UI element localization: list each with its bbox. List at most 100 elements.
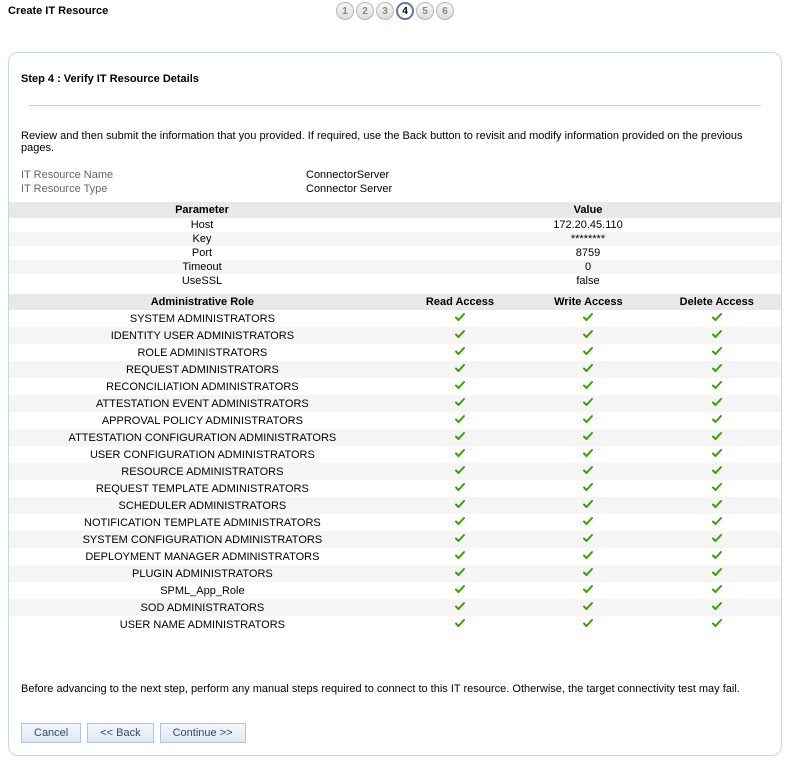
role-name: REQUEST TEMPLATE ADMINISTRATORS — [9, 480, 396, 497]
role-delete-access — [653, 361, 781, 378]
role-write-access — [524, 480, 652, 497]
role-write-access — [524, 446, 652, 463]
check-icon — [582, 516, 594, 530]
role-read-access — [396, 463, 524, 480]
role-write-access — [524, 327, 652, 344]
role-row: DEPLOYMENT MANAGER ADMINISTRATORS — [9, 548, 781, 565]
check-icon — [454, 431, 466, 445]
role-header-name: Administrative Role — [9, 294, 396, 310]
role-name: DEPLOYMENT MANAGER ADMINISTRATORS — [9, 548, 396, 565]
role-read-access — [396, 327, 524, 344]
role-write-access — [524, 548, 652, 565]
param-row: Timeout0 — [9, 260, 781, 274]
role-delete-access — [653, 531, 781, 548]
back-button[interactable]: << Back — [87, 723, 153, 743]
cancel-button[interactable]: Cancel — [21, 723, 81, 743]
instruction-text: Review and then submit the information t… — [9, 130, 781, 168]
roles-table: Administrative Role Read Access Write Ac… — [9, 294, 781, 633]
check-icon — [582, 601, 594, 615]
role-name: ATTESTATION CONFIGURATION ADMINISTRATORS — [9, 429, 396, 446]
role-read-access — [396, 531, 524, 548]
step-3[interactable]: 3 — [376, 2, 394, 20]
role-read-access — [396, 310, 524, 327]
role-header-read: Read Access — [396, 294, 524, 310]
role-delete-access — [653, 565, 781, 582]
param-row: Port8759 — [9, 246, 781, 260]
role-delete-access — [653, 412, 781, 429]
role-row: NOTIFICATION TEMPLATE ADMINISTRATORS — [9, 514, 781, 531]
step-6[interactable]: 6 — [436, 2, 454, 20]
param-row: Key******** — [9, 232, 781, 246]
role-read-access — [396, 378, 524, 395]
step-5[interactable]: 5 — [416, 2, 434, 20]
role-name: RECONCILIATION ADMINISTRATORS — [9, 378, 396, 395]
check-icon — [711, 397, 723, 411]
page-title: Create IT Resource — [8, 5, 108, 17]
step-1[interactable]: 1 — [336, 2, 354, 20]
check-icon — [582, 312, 594, 326]
check-icon — [582, 584, 594, 598]
role-name: USER NAME ADMINISTRATORS — [9, 616, 396, 633]
role-write-access — [524, 429, 652, 446]
check-icon — [454, 414, 466, 428]
role-read-access — [396, 565, 524, 582]
param-name: Port — [9, 246, 395, 260]
role-write-access — [524, 344, 652, 361]
role-row: SOD ADMINISTRATORS — [9, 599, 781, 616]
role-delete-access — [653, 378, 781, 395]
check-icon — [582, 363, 594, 377]
role-row: SCHEDULER ADMINISTRATORS — [9, 497, 781, 514]
role-read-access — [396, 616, 524, 633]
role-row: SYSTEM ADMINISTRATORS — [9, 310, 781, 327]
role-name: USER CONFIGURATION ADMINISTRATORS — [9, 446, 396, 463]
step-2[interactable]: 2 — [356, 2, 374, 20]
check-icon — [711, 465, 723, 479]
role-name: PLUGIN ADMINISTRATORS — [9, 565, 396, 582]
role-read-access — [396, 548, 524, 565]
role-write-access — [524, 514, 652, 531]
role-row: SYSTEM CONFIGURATION ADMINISTRATORS — [9, 531, 781, 548]
role-header-delete: Delete Access — [653, 294, 781, 310]
role-delete-access — [653, 327, 781, 344]
parameters-table: Parameter Value Host172.20.45.110Key****… — [9, 202, 781, 288]
check-icon — [582, 550, 594, 564]
role-read-access — [396, 412, 524, 429]
role-read-access — [396, 446, 524, 463]
check-icon — [711, 550, 723, 564]
role-delete-access — [653, 514, 781, 531]
role-name: SPML_App_Role — [9, 582, 396, 599]
role-delete-access — [653, 497, 781, 514]
param-name: Host — [9, 218, 395, 232]
resource-name-label: IT Resource Name — [21, 168, 306, 182]
role-delete-access — [653, 616, 781, 633]
role-header-write: Write Access — [524, 294, 652, 310]
check-icon — [454, 346, 466, 360]
role-write-access — [524, 463, 652, 480]
role-delete-access — [653, 480, 781, 497]
role-write-access — [524, 361, 652, 378]
check-icon — [454, 567, 466, 581]
check-icon — [454, 499, 466, 513]
check-icon — [711, 329, 723, 343]
check-icon — [711, 431, 723, 445]
role-row: ATTESTATION CONFIGURATION ADMINISTRATORS — [9, 429, 781, 446]
continue-button[interactable]: Continue >> — [160, 723, 246, 743]
role-write-access — [524, 616, 652, 633]
role-row: PLUGIN ADMINISTRATORS — [9, 565, 781, 582]
check-icon — [711, 499, 723, 513]
check-icon — [711, 618, 723, 632]
check-icon — [711, 346, 723, 360]
role-delete-access — [653, 395, 781, 412]
role-row: USER NAME ADMINISTRATORS — [9, 616, 781, 633]
check-icon — [454, 363, 466, 377]
check-icon — [582, 397, 594, 411]
check-icon — [582, 499, 594, 513]
role-row: SPML_App_Role — [9, 582, 781, 599]
role-delete-access — [653, 463, 781, 480]
check-icon — [582, 482, 594, 496]
role-read-access — [396, 514, 524, 531]
check-icon — [711, 448, 723, 462]
role-delete-access — [653, 446, 781, 463]
role-row: RECONCILIATION ADMINISTRATORS — [9, 378, 781, 395]
check-icon — [582, 329, 594, 343]
